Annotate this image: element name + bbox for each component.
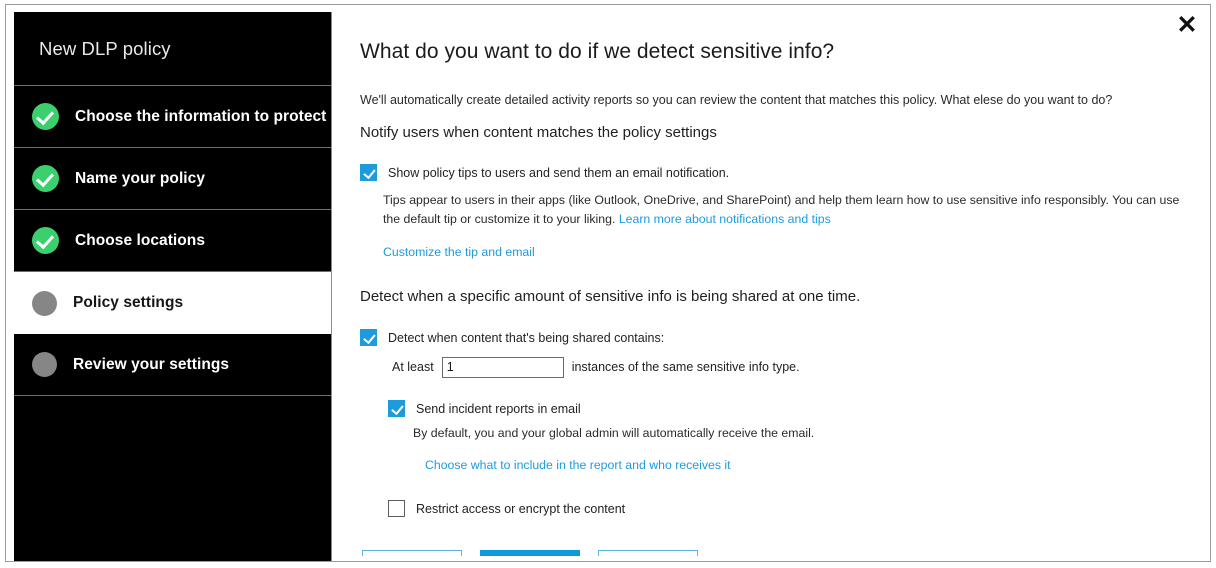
customize-tip-and-email-link[interactable]: Customize the tip and email [383,245,535,259]
sidebar-item-label: Choose locations [75,231,205,249]
step-complete-check-icon [32,227,59,254]
choose-report-contents-link[interactable]: Choose what to include in the report and… [425,458,731,472]
cancel-button[interactable]: Cancel [598,549,698,556]
content-pane: What do you want to do if we detect sens… [333,10,1204,556]
wizard-button-bar: Back Next Cancel [362,549,1190,556]
restrict-access-checkbox[interactable] [388,499,405,517]
step-complete-check-icon [32,165,59,192]
customize-tip-line: Customize the tip and email [383,243,1190,261]
instances-of-type-label: instances of the same sensitive info typ… [571,360,800,375]
sidebar-item-review-your-settings[interactable]: Review your settings [14,334,331,396]
learn-more-notifications-link[interactable]: Learn more about notifications and tips [619,212,831,226]
sidebar-item-name-your-policy[interactable]: Name your policy [14,148,331,210]
sidebar-item-label: Review your settings [73,355,230,373]
dlp-policy-wizard-screen: ✕ New DLP policy Choose the information … [0,0,1216,568]
restrict-access-label: Restrict access or encrypt the content [416,501,626,516]
intro-description: We'll automatically create detailed acti… [360,93,1113,107]
page-title: What do you want to do if we detect sens… [360,40,835,63]
sidebar-item-policy-settings[interactable]: Policy settings [14,272,331,334]
policy-tips-help: Tips appear to users in their apps (like… [383,191,1190,229]
step-pending-dot-icon [32,290,57,316]
incident-report-link-line: Choose what to include in the report and… [425,456,1190,474]
step-complete-check-icon [32,103,59,130]
sidebar-item-label: Choose the information to protect [75,107,327,125]
wizard-rail: New DLP policy Choose the information to… [14,12,332,561]
sidebar-item-choose-information[interactable]: Choose the information to protect [14,86,331,148]
instance-count-input[interactable] [441,356,564,378]
close-button[interactable]: ✕ [1170,9,1204,41]
detect-contains-checkbox[interactable] [360,328,377,346]
incident-reports-row[interactable]: Send incident reports in email [388,399,1190,418]
wizard-title: New DLP policy [14,12,331,86]
next-button[interactable]: Next [480,549,580,556]
step-pending-dot-icon [32,352,57,377]
instance-count-row: At least instances of the same sensitive… [392,356,1190,378]
incident-reports-checkbox[interactable] [388,399,405,417]
detect-contains-row[interactable]: Detect when content that's being shared … [360,328,1190,347]
close-icon: ✕ [1176,10,1198,39]
incident-reports-label: Send incident reports in email [416,401,581,416]
notify-section-heading: Notify users when content matches the po… [360,123,717,141]
wizard-title-text: New DLP policy [39,37,171,59]
policy-tips-checkbox[interactable] [360,164,377,182]
sidebar-item-label: Name your policy [75,169,206,187]
back-button[interactable]: Back [362,549,462,556]
detect-contains-label: Detect when content that's being shared … [388,330,665,345]
sidebar-item-label: Policy settings [73,294,184,311]
policy-tips-row[interactable]: Show policy tips to users and send them … [360,164,1190,182]
incident-reports-help-text: By default, you and your global admin wi… [413,425,815,440]
incident-reports-group: Send incident reports in email By defaul… [388,399,1190,474]
dialog-frame: ✕ New DLP policy Choose the information … [5,4,1211,562]
policy-tips-label: Show policy tips to users and send them … [388,166,730,181]
restrict-access-row[interactable]: Restrict access or encrypt the content [388,499,1190,518]
at-least-label: At least [392,360,434,375]
detect-section-heading: Detect when a specific amount of sensiti… [360,288,861,306]
sidebar-item-choose-locations[interactable]: Choose locations [14,210,331,272]
